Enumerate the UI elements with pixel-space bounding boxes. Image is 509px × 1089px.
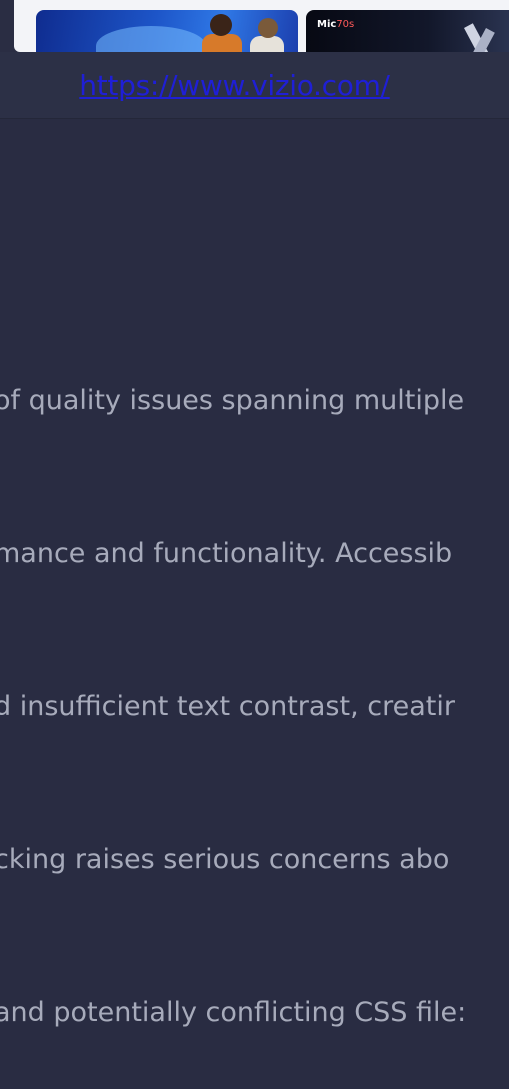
description-paragraph: of quality issues spanning multiple manc…	[0, 273, 509, 1089]
description-line: cking raises serious concerns abo	[0, 844, 450, 875]
url-bar: https://www.vizio.com/	[0, 52, 509, 119]
mic-promo-thumbnail[interactable]: Mic70s	[306, 10, 509, 52]
site-url-link[interactable]: https://www.vizio.com/	[0, 52, 509, 118]
thumbnail-strip: Mic70s	[0, 0, 509, 52]
description-line: d insufficient text contrast, creatir	[0, 691, 455, 722]
athlete-figure	[202, 34, 242, 52]
wave-graphic	[96, 26, 206, 52]
description-line: mance and functionality. Accessib	[0, 538, 453, 569]
sports-promo-thumbnail[interactable]	[36, 10, 298, 52]
mic-promo-label: Mic70s	[317, 19, 355, 30]
athlete-head-2	[258, 18, 278, 38]
description-line: and potentially conflicting CSS file:	[0, 997, 467, 1028]
athlete-head	[210, 14, 232, 36]
athlete-figure-2	[250, 36, 284, 52]
description-line: of quality issues spanning multiple	[0, 385, 465, 416]
